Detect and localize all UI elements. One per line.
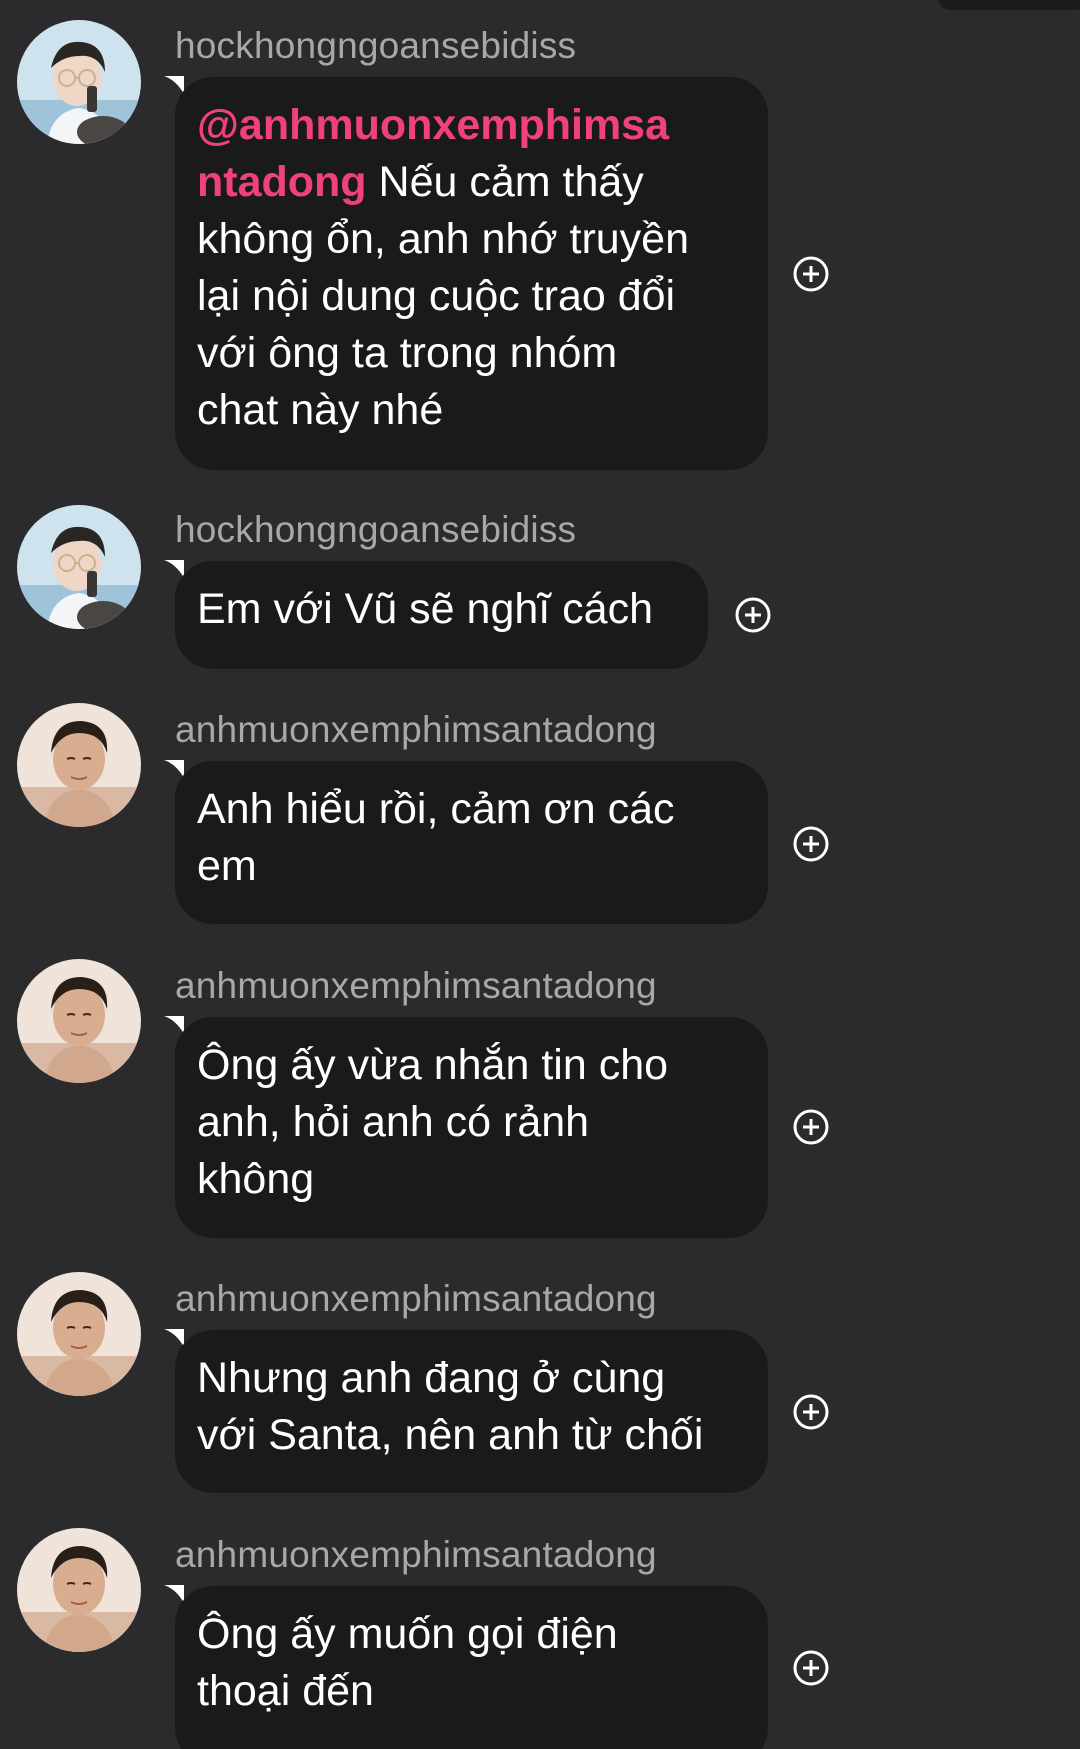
avatar[interactable] [17, 959, 141, 1083]
avatar[interactable] [17, 505, 141, 629]
message-text: Nhưng anh đang ở cùng với Santa, nên anh… [197, 1354, 704, 1459]
add-reaction-icon[interactable] [791, 824, 831, 864]
avatar[interactable] [17, 1272, 141, 1396]
message-text: Anh hiểu rồi, cảm ơn các em [197, 785, 675, 890]
add-reaction-icon[interactable] [733, 595, 773, 635]
message-bubble[interactable]: Anh hiểu rồi, cảm ơn các em [175, 761, 768, 924]
message-username[interactable]: anhmuonxemphimsantadong [175, 1278, 657, 1320]
message-bubble[interactable]: @anhmuonxemphimsa ntadong Nếu cảm thấy k… [175, 77, 768, 470]
add-reaction-icon[interactable] [791, 254, 831, 294]
message-bubble[interactable]: Em với Vũ sẽ nghĩ cách [175, 561, 708, 669]
avatar[interactable] [17, 20, 141, 144]
avatar[interactable] [17, 1528, 141, 1652]
message-username[interactable]: anhmuonxemphimsantadong [175, 965, 657, 1007]
message-bubble[interactable]: Ông ấy muốn gọi điện thoại đến [175, 1586, 768, 1749]
chat-thread: hockhongngoansebidiss @anhmuonxemphimsa … [0, 0, 1080, 1749]
add-reaction-icon[interactable] [791, 1107, 831, 1147]
message-text: Em với Vũ sẽ nghĩ cách [197, 585, 654, 633]
add-reaction-icon[interactable] [791, 1392, 831, 1432]
avatar[interactable] [17, 703, 141, 827]
message-text: Ông ấy muốn gọi điện thoại đến [197, 1610, 618, 1715]
message-username[interactable]: anhmuonxemphimsantadong [175, 1534, 657, 1576]
top-bar-fragment [938, 0, 1080, 10]
message-bubble[interactable]: Nhưng anh đang ở cùng với Santa, nên anh… [175, 1330, 768, 1493]
message-username[interactable]: anhmuonxemphimsantadong [175, 709, 657, 751]
message-text: Ông ấy vừa nhắn tin cho anh, hỏi anh có … [197, 1041, 669, 1203]
add-reaction-icon[interactable] [791, 1648, 831, 1688]
message-bubble[interactable]: Ông ấy vừa nhắn tin cho anh, hỏi anh có … [175, 1017, 768, 1238]
message-username[interactable]: hockhongngoansebidiss [175, 509, 576, 551]
message-username[interactable]: hockhongngoansebidiss [175, 25, 576, 67]
